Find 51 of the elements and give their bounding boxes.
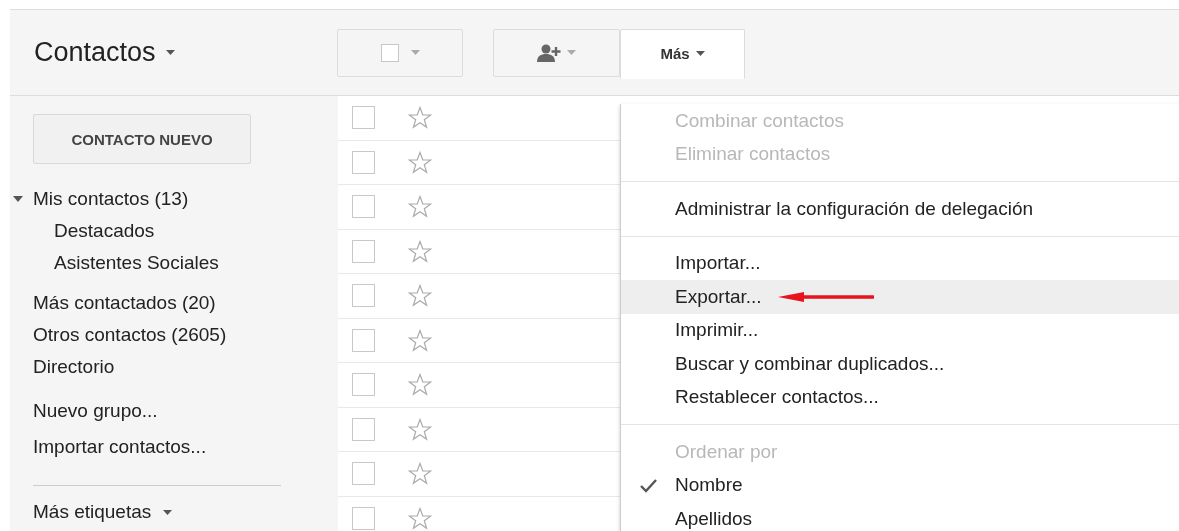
checkbox[interactable] <box>352 195 375 219</box>
star-icon[interactable] <box>408 239 432 263</box>
checkbox[interactable] <box>352 373 375 397</box>
menu-item[interactable]: Imprimir... <box>621 313 1179 347</box>
new-contact-button[interactable]: CONTACTO NUEVO <box>33 114 251 164</box>
star-icon[interactable] <box>408 506 432 530</box>
menu-item[interactable]: Restablecer contactos... <box>621 380 1179 414</box>
app-title[interactable]: Contactos <box>34 37 175 68</box>
menu-item[interactable]: Nombre <box>621 468 1179 502</box>
star-icon[interactable] <box>408 328 432 352</box>
sidebar-item[interactable]: Directorio <box>33 356 115 378</box>
star-icon[interactable] <box>408 106 432 130</box>
menu-item[interactable]: Administrar la configuración de delegación <box>621 192 1179 226</box>
menu-item[interactable]: Exportar... <box>621 280 1179 314</box>
caret-icon <box>165 50 175 55</box>
menu-section-label: Ordenar por <box>674 439 779 464</box>
checkbox[interactable] <box>352 150 375 174</box>
sidebar-item[interactable]: Otros contactos (2605) <box>33 324 227 346</box>
checkbox[interactable] <box>380 43 399 62</box>
expand-triangle-icon[interactable] <box>13 196 23 202</box>
checkbox[interactable] <box>352 506 375 530</box>
sidebar-link[interactable]: Nuevo grupo... <box>33 393 338 429</box>
more-button[interactable]: Más <box>620 28 745 79</box>
menu-item[interactable]: Buscar y combinar duplicados... <box>621 347 1179 381</box>
star-icon[interactable] <box>408 417 432 441</box>
star-icon[interactable] <box>408 150 432 174</box>
sidebar-link[interactable]: Importar contactos... <box>33 429 338 465</box>
star-icon[interactable] <box>408 373 432 397</box>
more-labels-link[interactable]: Más etiquetas <box>33 497 338 527</box>
caret-icon <box>410 50 420 55</box>
sidebar-item[interactable]: Asistentes Sociales <box>54 252 219 274</box>
checkbox[interactable] <box>352 462 375 486</box>
sidebar-item[interactable]: Mis contactos (13) <box>33 188 189 210</box>
caret-icon <box>567 50 576 55</box>
caret-icon <box>163 509 173 515</box>
caret-icon <box>695 51 705 56</box>
star-icon[interactable] <box>408 462 432 486</box>
sidebar-item[interactable]: Más contactados (20) <box>33 292 216 314</box>
star-icon[interactable] <box>408 284 432 308</box>
menu-item[interactable]: Apellidos <box>621 502 1179 531</box>
checkbox[interactable] <box>352 328 375 352</box>
checkbox[interactable] <box>352 417 375 441</box>
checkbox[interactable] <box>352 106 375 130</box>
add-person-icon <box>537 43 561 62</box>
checkbox[interactable] <box>352 284 375 308</box>
add-contact-button[interactable] <box>493 28 620 77</box>
star-icon[interactable] <box>408 195 432 219</box>
sidebar-item[interactable]: Destacados <box>54 220 155 242</box>
checkbox[interactable] <box>352 239 375 263</box>
select-button[interactable] <box>337 28 463 77</box>
menu-item[interactable]: Importar... <box>621 246 1179 280</box>
